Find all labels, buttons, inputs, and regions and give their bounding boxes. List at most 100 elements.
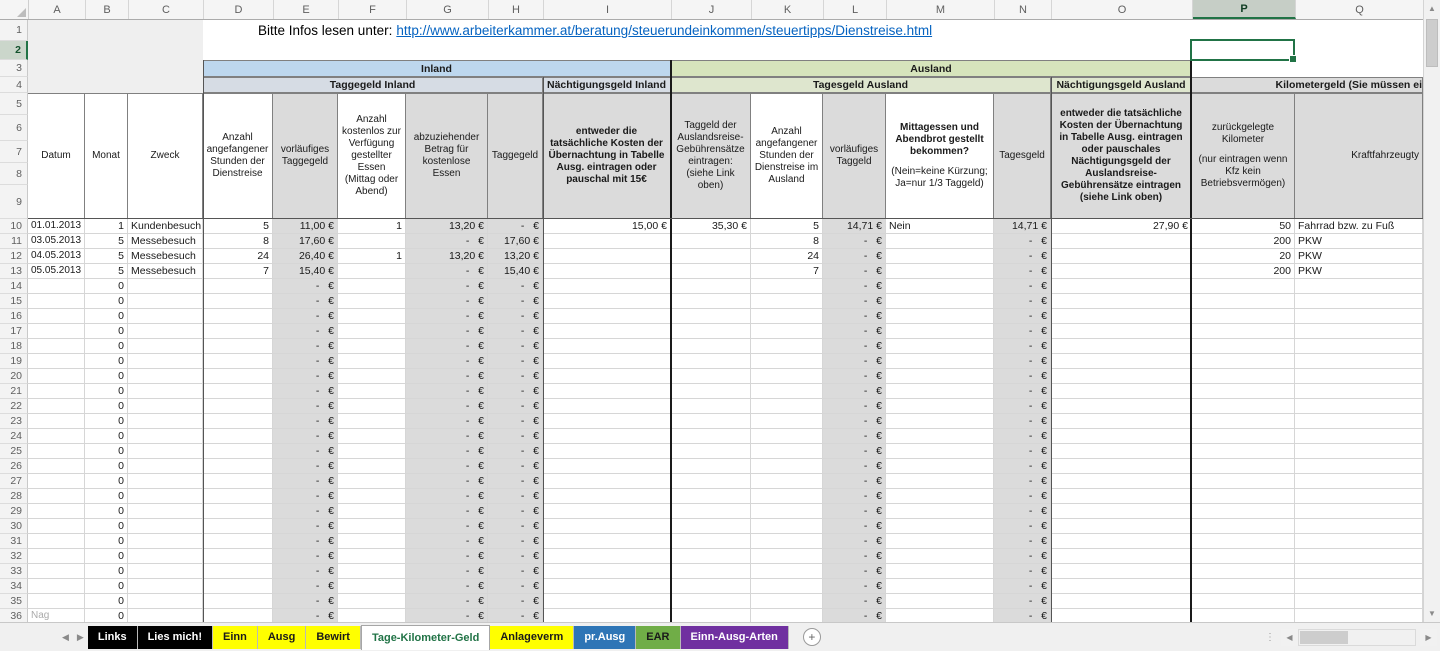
cell-A21[interactable] (28, 384, 85, 399)
cell-D19[interactable] (203, 354, 273, 369)
subsection-taggegeld-inland[interactable]: Taggegeld Inland (203, 77, 543, 93)
cell-O32[interactable] (1051, 549, 1192, 564)
cell-F10[interactable]: 1 (338, 219, 406, 234)
cell-M33[interactable] (886, 564, 994, 579)
cell-E34[interactable]: - € (273, 579, 338, 594)
cell-N23[interactable]: - € (994, 414, 1051, 429)
cell-F14[interactable] (338, 279, 406, 294)
cell-A13[interactable]: 05.05.2013 (28, 264, 85, 279)
cell-B27[interactable]: 0 (85, 474, 128, 489)
cell-L20[interactable]: - € (823, 369, 886, 384)
cell-H14[interactable]: - € (488, 279, 543, 294)
cell-I26[interactable] (543, 459, 671, 474)
cell-J14[interactable] (671, 279, 751, 294)
row-header-6[interactable]: 6 (0, 115, 28, 141)
cell-G28[interactable]: - € (406, 489, 488, 504)
cell-I35[interactable] (543, 594, 671, 609)
cell-N19[interactable]: - € (994, 354, 1051, 369)
cell-P12[interactable]: 20 (1192, 249, 1295, 264)
row-header-34[interactable]: 34 (0, 579, 28, 594)
cell-O36[interactable] (1051, 609, 1192, 622)
cell-A20[interactable] (28, 369, 85, 384)
cell-P25[interactable] (1192, 444, 1295, 459)
field-header-naechtigung-inland[interactable]: entweder die tatsächliche Kosten der Übe… (543, 93, 671, 219)
row-header-2[interactable]: 2 (0, 41, 28, 60)
cell-E12[interactable]: 26,40 € (273, 249, 338, 264)
cell-N12[interactable]: - € (994, 249, 1051, 264)
vertical-scrollbar[interactable]: ▲ ▼ (1423, 0, 1440, 622)
column-header-B[interactable]: B (86, 0, 129, 19)
cell-F21[interactable] (338, 384, 406, 399)
section-header-ausland[interactable]: Ausland (671, 60, 1192, 77)
cell-O28[interactable] (1051, 489, 1192, 504)
cell-K26[interactable] (751, 459, 823, 474)
cell-I10[interactable]: 15,00 € (543, 219, 671, 234)
cell-C20[interactable] (128, 369, 203, 384)
cell-M10[interactable]: Nein (886, 219, 994, 234)
cell-P17[interactable] (1192, 324, 1295, 339)
cell-F19[interactable] (338, 354, 406, 369)
cell-E33[interactable]: - € (273, 564, 338, 579)
field-header-tagesgeld[interactable]: Tagesgeld (994, 93, 1051, 219)
cell-P21[interactable] (1192, 384, 1295, 399)
subsection-naechtigungsgeld-inland[interactable]: Nächtigungsgeld Inland (543, 77, 671, 93)
cell-L35[interactable]: - € (823, 594, 886, 609)
cell-M18[interactable] (886, 339, 994, 354)
cell-C32[interactable] (128, 549, 203, 564)
cell-F13[interactable] (338, 264, 406, 279)
cell-I22[interactable] (543, 399, 671, 414)
cell-M36[interactable] (886, 609, 994, 622)
cell-A35[interactable] (28, 594, 85, 609)
column-header-O[interactable]: O (1052, 0, 1193, 19)
row-header-4[interactable]: 4 (0, 77, 28, 93)
cell-E36[interactable]: - € (273, 609, 338, 622)
cell-C13[interactable]: Messebesuch (128, 264, 203, 279)
cell-K27[interactable] (751, 474, 823, 489)
row-header-18[interactable]: 18 (0, 339, 28, 354)
cell-N26[interactable]: - € (994, 459, 1051, 474)
cell-C31[interactable] (128, 534, 203, 549)
cell-D25[interactable] (203, 444, 273, 459)
cell-O24[interactable] (1051, 429, 1192, 444)
sheet-tab-einn-ausg-arten[interactable]: Einn-Ausg-Arten (681, 626, 789, 649)
cell-G29[interactable]: - € (406, 504, 488, 519)
field-header-datum[interactable]: Datum (28, 93, 85, 219)
cell-H24[interactable]: - € (488, 429, 543, 444)
cell-G13[interactable]: - € (406, 264, 488, 279)
cell-Q32[interactable] (1295, 549, 1423, 564)
cell-F15[interactable] (338, 294, 406, 309)
field-header-vorlaeufiges-taggeld-ausland[interactable]: vorläufiges Taggeld (823, 93, 886, 219)
cell-P19[interactable] (1192, 354, 1295, 369)
cell-P29[interactable] (1192, 504, 1295, 519)
cell-M27[interactable] (886, 474, 994, 489)
cell-H32[interactable]: - € (488, 549, 543, 564)
cell-G34[interactable]: - € (406, 579, 488, 594)
cell-D23[interactable] (203, 414, 273, 429)
column-header-I[interactable]: I (544, 0, 672, 19)
cell-A24[interactable] (28, 429, 85, 444)
cell-O30[interactable] (1051, 519, 1192, 534)
cell-P35[interactable] (1192, 594, 1295, 609)
cell-G16[interactable]: - € (406, 309, 488, 324)
row-header-15[interactable]: 15 (0, 294, 28, 309)
fill-handle[interactable] (1289, 55, 1297, 63)
cell-B33[interactable]: 0 (85, 564, 128, 579)
cell-D35[interactable] (203, 594, 273, 609)
cell-L11[interactable]: - € (823, 234, 886, 249)
column-header-C[interactable]: C (129, 0, 204, 19)
cell-row2-blank[interactable] (203, 41, 1423, 60)
cell-C15[interactable] (128, 294, 203, 309)
cell-L22[interactable]: - € (823, 399, 886, 414)
cell-M16[interactable] (886, 309, 994, 324)
cell-Q25[interactable] (1295, 444, 1423, 459)
cell-H21[interactable]: - € (488, 384, 543, 399)
cell-O23[interactable] (1051, 414, 1192, 429)
cell-H25[interactable]: - € (488, 444, 543, 459)
cell-C17[interactable] (128, 324, 203, 339)
cell-E32[interactable]: - € (273, 549, 338, 564)
row-header-7[interactable]: 7 (0, 141, 28, 163)
cell-O20[interactable] (1051, 369, 1192, 384)
cell-P16[interactable] (1192, 309, 1295, 324)
cell-E28[interactable]: - € (273, 489, 338, 504)
cell-D27[interactable] (203, 474, 273, 489)
